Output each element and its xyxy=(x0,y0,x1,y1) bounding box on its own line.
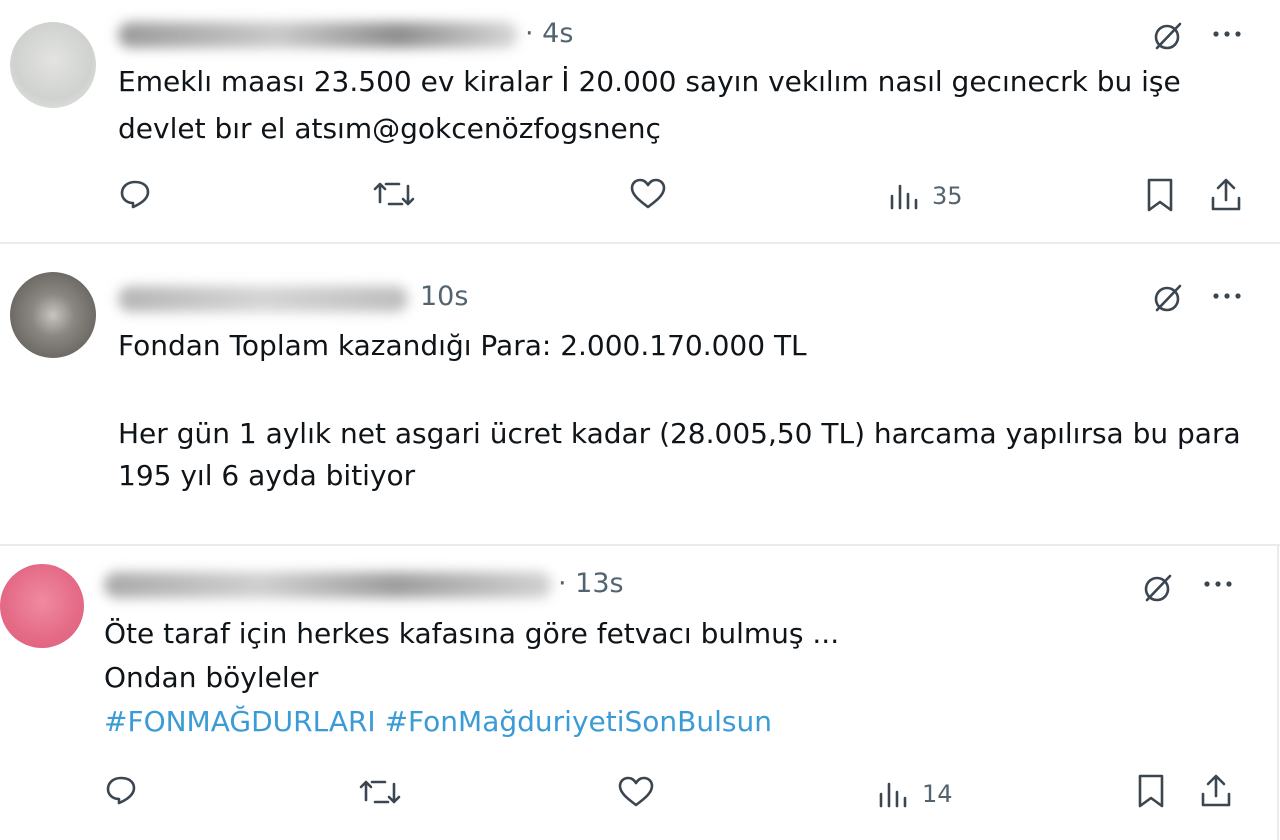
tweet-2[interactable]: 10s Fondan Toplam kazandığı Para: 2.000.… xyxy=(0,244,1280,544)
right-border xyxy=(1277,546,1279,840)
more-icon[interactable] xyxy=(1209,22,1245,46)
avatar[interactable] xyxy=(10,22,96,108)
share-icon[interactable] xyxy=(1198,772,1234,810)
more-icon[interactable] xyxy=(1209,284,1245,308)
tweet-text-line: Her gün 1 aylık net asgari ücret kadar (… xyxy=(118,417,1241,450)
like-icon[interactable] xyxy=(616,774,656,810)
author-name-blurred[interactable] xyxy=(118,286,408,312)
like-icon[interactable] xyxy=(628,176,668,212)
retweet-icon[interactable] xyxy=(358,774,402,810)
views-count: 14 xyxy=(922,780,953,808)
views-icon[interactable] xyxy=(877,778,911,810)
tweet-text-line: Fondan Toplam kazandığı Para: 2.000.170.… xyxy=(118,329,807,362)
tweet-text-line: 195 yıl 6 ayda bitiyor xyxy=(118,459,416,492)
tweet-timestamp[interactable]: · 4s xyxy=(525,18,573,49)
tweet-text-line: Ondan böyleler xyxy=(104,661,319,694)
views-icon[interactable] xyxy=(888,180,922,212)
tweet-timestamp[interactable]: · 13s xyxy=(558,568,624,599)
grok-icon[interactable] xyxy=(1140,570,1176,606)
grok-icon[interactable] xyxy=(1150,18,1186,54)
hashtag-link[interactable]: #FonMağduriyetiSonBulsun xyxy=(385,705,772,738)
tweet-timestamp[interactable]: 10s xyxy=(420,281,468,312)
author-name-blurred[interactable] xyxy=(118,22,518,48)
share-icon[interactable] xyxy=(1208,176,1244,214)
tweet-1[interactable]: · 4s Emeklı maası 23.500 ev kiralar İ 20… xyxy=(0,0,1280,242)
tweet-text-line: devlet bır el atsım@gokcenözfogsnenç xyxy=(118,112,661,145)
hashtag-line: #FONMAĞDURLARI #FonMağduriyetiSonBulsun xyxy=(104,700,772,744)
reply-icon[interactable] xyxy=(117,176,153,212)
avatar[interactable] xyxy=(10,272,96,358)
author-name-blurred[interactable] xyxy=(104,572,552,598)
reply-icon[interactable] xyxy=(103,772,139,808)
bookmark-icon[interactable] xyxy=(1135,772,1167,810)
views-count: 35 xyxy=(932,182,963,210)
tweet-3[interactable]: · 13s Öte taraf için herkes kafasına gör… xyxy=(0,546,1280,840)
avatar[interactable] xyxy=(0,564,84,648)
tweet-text-line: Öte taraf için herkes kafasına göre fetv… xyxy=(104,617,840,650)
bookmark-icon[interactable] xyxy=(1144,176,1176,214)
hashtag-link[interactable]: #FONMAĞDURLARI xyxy=(104,705,376,738)
tweet-text-line: Emeklı maası 23.500 ev kiralar İ 20.000 … xyxy=(118,65,1181,98)
retweet-icon[interactable] xyxy=(372,176,416,212)
more-icon[interactable] xyxy=(1200,572,1236,596)
grok-icon[interactable] xyxy=(1150,280,1186,316)
